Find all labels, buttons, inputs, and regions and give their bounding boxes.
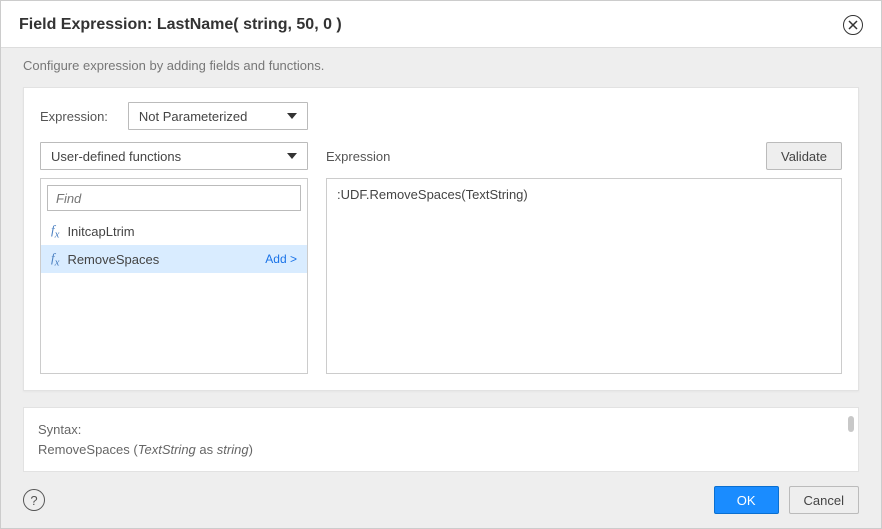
function-search-input[interactable] [47,185,301,211]
search-wrap [41,179,307,217]
function-list-box: fx InitcapLtrim fx RemoveSpaces Add > [40,178,308,374]
add-function-link[interactable]: Add > [265,252,297,266]
close-icon[interactable] [843,15,863,35]
expression-header: Expression Validate [326,142,842,170]
parameterization-row: Expression: Not Parameterized [40,102,842,130]
expression-pane: Expression Validate :UDF.RemoveSpaces(Te… [326,142,842,374]
chevron-down-icon [287,153,297,159]
dialog-subtitle: Configure expression by adding fields an… [1,48,881,87]
fx-icon: fx [51,222,59,241]
fx-icon: fx [51,250,59,269]
syntax-label: Syntax: [38,422,81,437]
syntax-fn: RemoveSpaces [38,442,130,457]
help-icon[interactable]: ? [23,489,45,511]
syntax-arg-type: string [217,442,249,457]
editor-columns: User-defined functions fx InitcapLtrim f… [40,142,842,374]
expression-label: Expression: [40,109,108,124]
function-source-value: User-defined functions [51,149,181,164]
main-card: Expression: Not Parameterized User-defin… [23,87,859,391]
chevron-down-icon [287,113,297,119]
cancel-button[interactable]: Cancel [789,486,859,514]
function-source-select[interactable]: User-defined functions [40,142,308,170]
parameterization-select[interactable]: Not Parameterized [128,102,308,130]
syntax-card: Syntax: RemoveSpaces (TextString as stri… [23,407,859,472]
syntax-arg: TextString [138,442,196,457]
validate-button[interactable]: Validate [766,142,842,170]
footer-buttons: OK Cancel [714,486,859,514]
field-expression-dialog: Field Expression: LastName( string, 50, … [0,0,882,529]
dialog-footer: ? OK Cancel [1,472,881,528]
functions-pane: User-defined functions fx InitcapLtrim f… [40,142,308,374]
function-name: InitcapLtrim [67,224,297,239]
titlebar: Field Expression: LastName( string, 50, … [1,1,881,48]
function-item-removespaces[interactable]: fx RemoveSpaces Add > [41,245,307,273]
syntax-as: as [199,442,213,457]
syntax-text: Syntax: RemoveSpaces (TextString as stri… [38,420,844,459]
expression-area-label: Expression [326,149,390,164]
scrollbar-thumb[interactable] [848,416,854,432]
function-name: RemoveSpaces [67,252,257,267]
ok-button[interactable]: OK [714,486,779,514]
dialog-title: Field Expression: LastName( string, 50, … [19,16,342,34]
function-item-initcapltrim[interactable]: fx InitcapLtrim [41,217,307,245]
parameterization-value: Not Parameterized [139,109,247,124]
expression-textarea[interactable]: :UDF.RemoveSpaces(TextString) [326,178,842,374]
function-list: fx InitcapLtrim fx RemoveSpaces Add > [41,217,307,373]
